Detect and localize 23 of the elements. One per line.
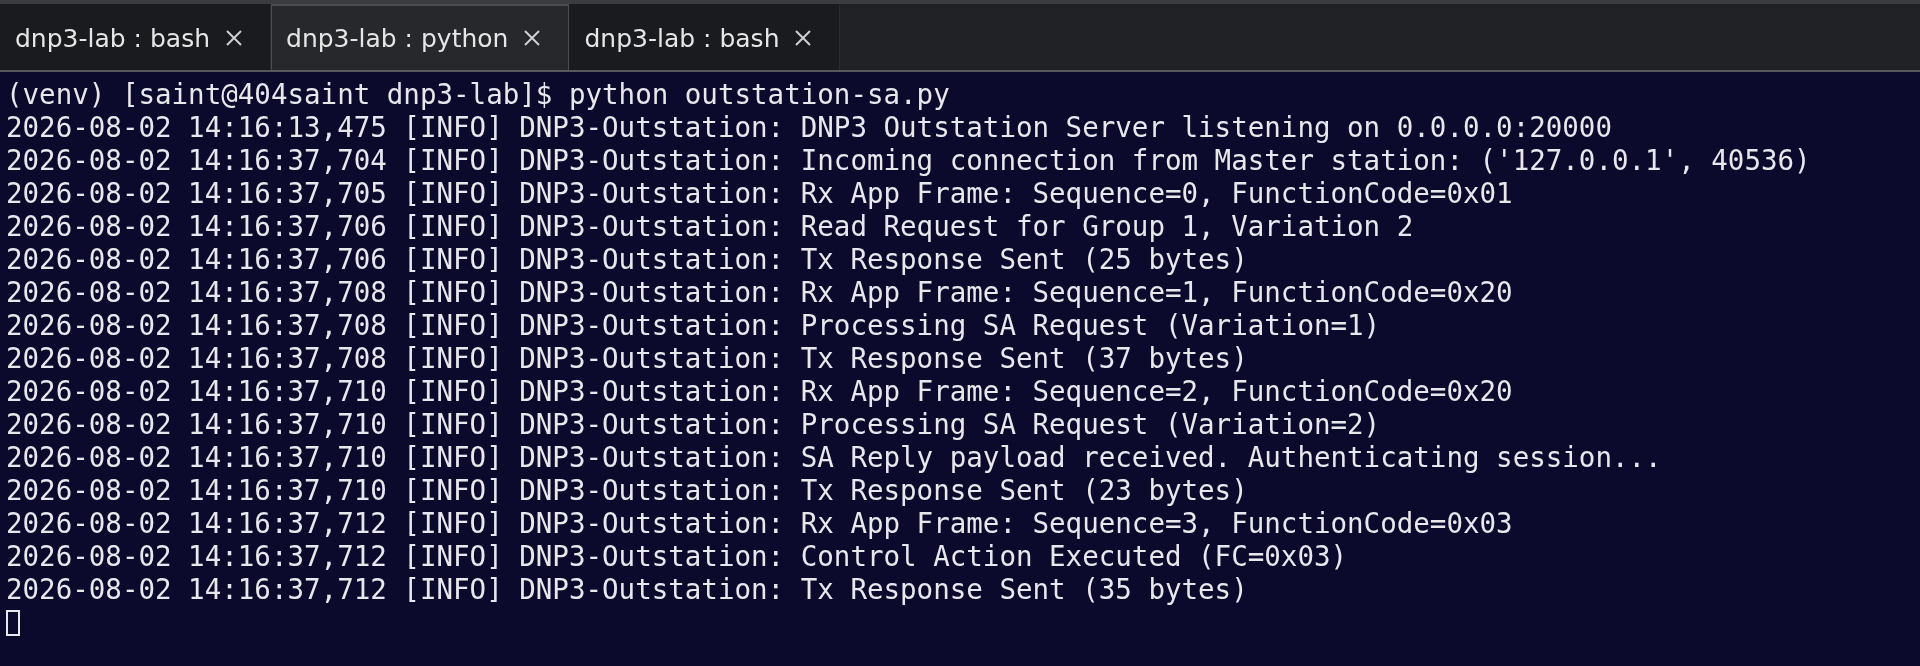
log-line: 2026-08-02 14:16:37,710 [INFO] DNP3-Outstation: SA Reply payload received. Authenticating session... [6, 441, 1663, 474]
command-prompt: (venv) [saint@404saint dnp3-lab]$ python outstation-sa.py [6, 78, 951, 111]
log-line: 2026-08-02 14:16:37,708 [INFO] DNP3-Outstation: Rx App Frame: Sequence=1, FunctionCode=0x20 [6, 276, 1514, 309]
log-line: 2026-08-02 14:16:37,710 [INFO] DNP3-Outstation: Processing SA Request (Variation=2) [6, 408, 1382, 441]
log-line: 2026-08-02 14:16:37,708 [INFO] DNP3-Outstation: Processing SA Request (Variation=1) [6, 309, 1382, 342]
log-line: 2026-08-02 14:16:37,705 [INFO] DNP3-Outstation: Rx App Frame: Sequence=0, FunctionCode=0x01 [6, 177, 1514, 210]
log-line: 2026-08-02 14:16:37,706 [INFO] DNP3-Outstation: Read Request for Group 1, Variation 2 [6, 210, 1415, 243]
log-line: 2026-08-02 14:16:37,706 [INFO] DNP3-Outstation: Tx Response Sent (25 bytes) [6, 243, 1249, 276]
terminal-tab[interactable]: dnp3-lab : python [271, 4, 570, 70]
log-line: 2026-08-02 14:16:37,712 [INFO] DNP3-Outstation: Rx App Frame: Sequence=3, FunctionCode=0x03 [6, 507, 1514, 540]
log-line: 2026-08-02 14:16:37,704 [INFO] DNP3-Outstation: Incoming connection from Master station: ('127.0.0.1', 40536) [6, 144, 1812, 177]
log-line: 2026-08-02 14:16:37,708 [INFO] DNP3-Outstation: Tx Response Sent (37 bytes) [6, 342, 1249, 375]
log-line: 2026-08-02 14:16:37,712 [INFO] DNP3-Outstation: Tx Response Sent (35 bytes) [6, 573, 1249, 606]
close-icon[interactable] [793, 28, 814, 48]
close-icon[interactable] [522, 28, 543, 48]
terminal-tab[interactable]: dnp3-lab : bash [569, 4, 841, 70]
log-line: 2026-08-02 14:16:13,475 [INFO] DNP3-Outstation: DNP3 Outstation Server listening on 0.0.0.0:20000 [6, 111, 1613, 144]
log-line: 2026-08-02 14:16:37,712 [INFO] DNP3-Outstation: Control Action Executed (FC=0x03) [6, 540, 1349, 573]
text-cursor [6, 610, 20, 636]
log-line: 2026-08-02 14:16:37,710 [INFO] DNP3-Outstation: Rx App Frame: Sequence=2, FunctionCode=0x20 [6, 375, 1514, 408]
close-icon[interactable] [224, 28, 245, 48]
log-line: 2026-08-02 14:16:37,710 [INFO] DNP3-Outstation: Tx Response Sent (23 bytes) [6, 474, 1249, 507]
terminal-tab[interactable]: dnp3-lab : bash [0, 4, 272, 70]
